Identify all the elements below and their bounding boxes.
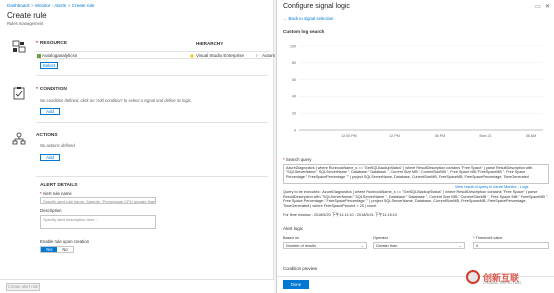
clipboard-icon [13,87,25,100]
maximize-icon[interactable]: ▭ [535,3,541,10]
resource-hierarchy-group: Autom [262,53,276,58]
breadcrumb-dashboard[interactable]: Dashboard [7,3,29,8]
condition-header: * CONDITION [36,87,67,92]
panel-title: Configure signal logic [283,3,350,10]
x-tick-label: 06 AM [526,134,536,138]
breadcrumb-monitor-alerts[interactable]: Monitor - Alerts [35,3,66,8]
divider [36,122,268,123]
add-condition-button[interactable]: Add [40,108,60,115]
operator-label: Operator [373,236,388,240]
resource-hierarchy: Visual Studio Enterprise [196,53,244,58]
x-tick-label: 12 PM [389,134,399,138]
watermark-logo [466,270,480,284]
alert-rule-name-input[interactable]: Specify alert rule name. Sample: 'Percen… [40,197,156,204]
alert-details-header: ALERT DETAILS [40,183,78,188]
breadcrumb-separator: > [67,3,71,8]
toggle-no[interactable]: No [57,247,73,252]
subscription-key-icon [190,53,194,58]
based-on-select[interactable]: Number of results ⌄ [283,242,367,249]
results-chart: 100 80 60 40 20 0 12:00 PM 12 PM 06 PM Mon 21 06 A… [290,44,543,138]
based-on-label: Based on [283,236,300,240]
watermark-subtext: CHUANG XIN HU LIAN [483,281,521,285]
action-group-icon [12,132,26,145]
chevron-right-icon: › [256,52,258,59]
resource-icon [12,40,26,53]
description-label: Description [40,208,62,213]
enable-rule-toggle[interactable]: Yes No [40,246,74,253]
y-tick-label: 0 [294,128,296,132]
signal-name: Custom log search [283,29,325,34]
alert-logic-header: Alert logic [283,226,304,231]
y-tick-label: 20 [292,112,296,116]
back-to-signal-selection-link[interactable]: ← Back to signal selection [283,16,333,21]
footer: Create alert rule [0,279,274,293]
hierarchy-header: HIERARCHY [196,41,224,46]
resource-header: * RESOURCE [36,41,68,46]
search-query-label: * Search query [283,157,312,162]
watermark: 创新互联 CHUANG XIN HU LIAN [466,270,521,285]
divider [36,176,268,177]
add-action-button[interactable]: Add [40,154,60,161]
breadcrumb-create-rule[interactable]: Create rule [72,3,95,8]
threshold-input[interactable]: 0 [473,242,549,249]
x-tick-label: Mon 21 [480,134,492,138]
operator-select[interactable]: Greater than ⌄ [373,242,465,249]
resource-name: Autologanalyticsn [42,53,78,58]
y-tick-label: 60 [292,78,296,82]
alert-rule-name-label: *Alert rule name [40,191,72,196]
description-placeholder: Specify alert description here... [43,217,98,222]
page-subtitle: Rules management [7,21,44,26]
create-rule-blade: Dashboard > Monitor - Alerts > Create rule C… [0,0,275,293]
resource-row[interactable]: Autologanalyticsn Visual Studio Enterpri… [36,51,275,59]
log-analytics-icon [37,53,41,58]
view-in-logs-link[interactable]: View result of query in Azure Monitor - … [455,185,528,189]
done-button[interactable]: Done [283,280,309,289]
y-tick-label: 80 [292,61,296,65]
condition-preview-label: Condition preview [283,266,318,271]
create-alert-rule-button[interactable]: Create alert rule [6,283,40,291]
operator-value: Greater than [376,244,398,248]
no-condition-text: No condition defined, click on 'Add cond… [40,98,192,103]
chevron-down-icon: ⌄ [360,243,364,248]
y-tick-label: 40 [292,95,296,99]
close-icon[interactable]: ✕ [545,3,550,10]
page-title: Create rule [7,11,47,20]
enable-rule-label: Enable rule upon creation [40,239,89,244]
x-tick-label: 06 PM [435,134,445,138]
select-resource-button[interactable]: Select [40,62,58,69]
y-tick-label: 100 [290,44,296,48]
x-tick-label: 12:00 PM [341,134,356,138]
actions-header: ACTIONS [36,133,58,138]
based-on-value: Number of results [286,244,316,248]
threshold-label: *Threshold value [473,236,503,240]
no-actions-text: No actions defined. [40,143,76,148]
search-query-input[interactable]: AzureDiagnostics | where RunbookName_s =… [283,164,549,184]
time-window-text: For time window : 2018/5/20 下午11:11:10 -… [283,213,397,217]
chevron-down-icon: ⌄ [458,243,462,248]
description-input[interactable]: Specify alert description here... [40,215,156,229]
divider [36,75,268,76]
toggle-yes[interactable]: Yes [41,247,57,252]
configure-signal-logic-panel: Configure signal logic ▭ ✕ ← Back to sig… [276,0,554,293]
query-to-be-executed: Query to be executed : AzureDiagnostics … [283,190,549,209]
breadcrumb: Dashboard > Monitor - Alerts > Create rule [7,3,94,8]
breadcrumb-separator: > [30,3,34,8]
